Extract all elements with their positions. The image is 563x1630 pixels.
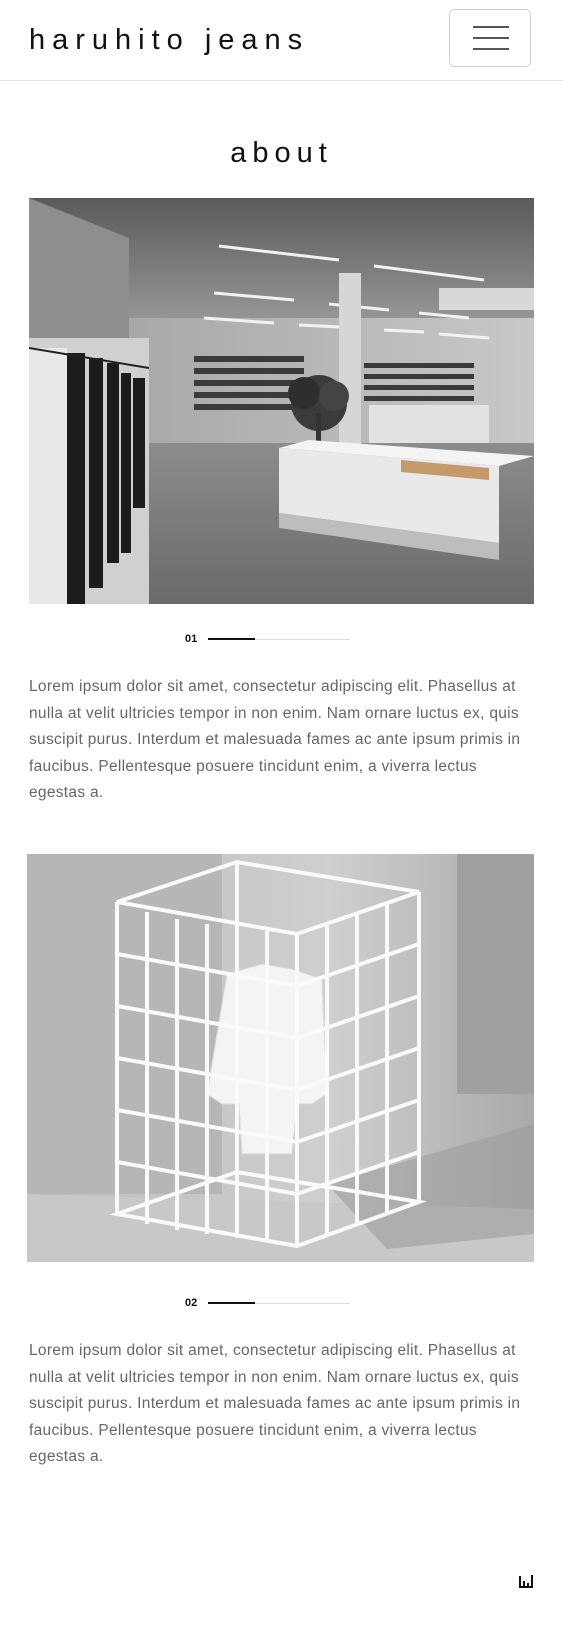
- store-interior-photo: [29, 198, 534, 604]
- slide-counter-2: 02: [185, 1296, 350, 1310]
- page-title: about: [230, 137, 333, 169]
- about-paragraph-2: Lorem ipsum dolor sit amet, consectetur …: [29, 1342, 521, 1465]
- brand-logo-text[interactable]: haruhito jeans: [29, 22, 309, 58]
- about-paragraph-1: Lorem ipsum dolor sit amet, consectetur …: [29, 678, 521, 801]
- wire-cage-photo: [27, 854, 534, 1262]
- slide-progress-fill: [208, 1302, 255, 1304]
- site-header: haruhito jeans: [0, 0, 563, 81]
- slide-index: 01: [185, 633, 198, 645]
- slide-counter-1: 01: [185, 632, 350, 646]
- slide-index: 02: [185, 1297, 198, 1309]
- menu-toggle-button[interactable]: [449, 9, 531, 67]
- slide-progress-fill: [208, 638, 255, 640]
- bar-logo-icon: [519, 1574, 535, 1588]
